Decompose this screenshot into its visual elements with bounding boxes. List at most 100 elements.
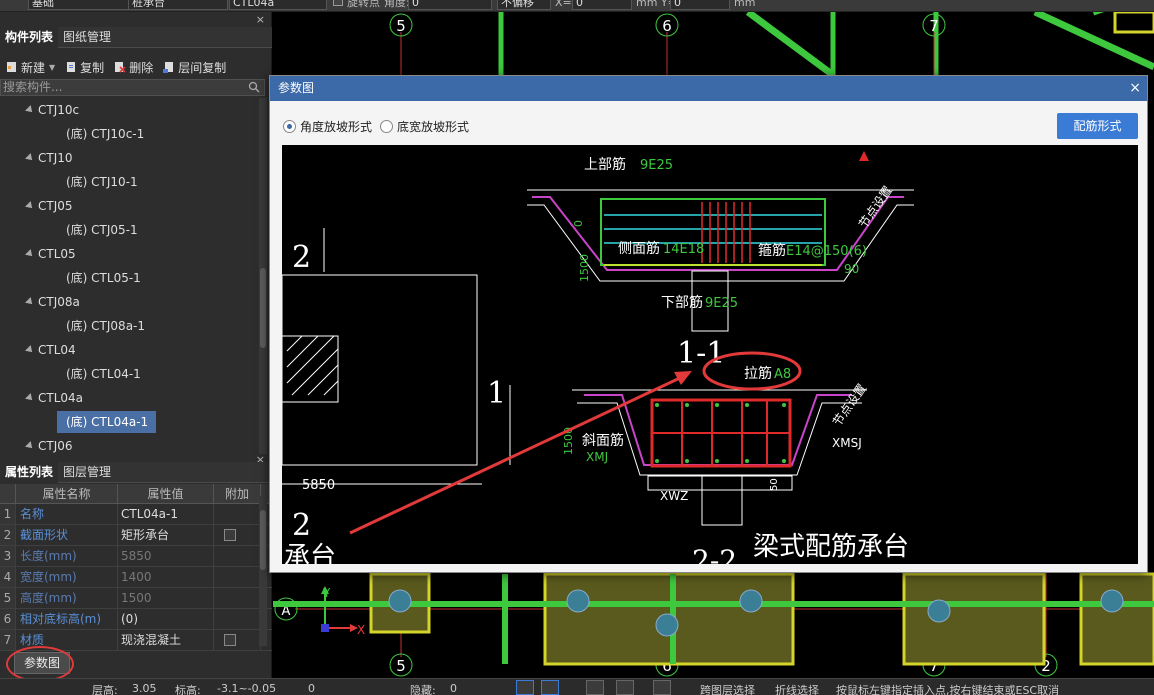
y-input[interactable]: 0 bbox=[670, 0, 730, 10]
expand-caret-icon[interactable] bbox=[25, 345, 35, 355]
component-tree: CTJ10c (底) CTJ10c-1 CTJ10 (底) CTJ10-1 CT… bbox=[0, 98, 258, 454]
tree-item[interactable]: CTL04 bbox=[0, 338, 258, 362]
property-value[interactable]: CTL04a-1 bbox=[118, 504, 214, 524]
delete-button[interactable]: 删除 bbox=[110, 57, 157, 77]
section-mark: 1 bbox=[487, 376, 506, 411]
tree-item-label: CTL04a bbox=[38, 391, 84, 405]
type-select[interactable]: 桩承台 bbox=[128, 0, 228, 10]
property-name: 材质 bbox=[16, 630, 118, 650]
expand-caret-icon[interactable] bbox=[25, 393, 35, 403]
tree-scrollbar-thumb[interactable] bbox=[260, 268, 266, 348]
angle-input[interactable]: 0 bbox=[408, 0, 492, 10]
tab-drawing-management[interactable]: 图纸管理 bbox=[58, 27, 116, 48]
dialog-close-icon[interactable]: × bbox=[1129, 76, 1141, 101]
tree-item[interactable]: (底) CTL05-1 bbox=[0, 266, 258, 290]
parameter-diagram-button[interactable]: 参数图 bbox=[14, 652, 70, 674]
row-index: 3 bbox=[0, 546, 16, 566]
tree-item[interactable]: CTL04a bbox=[0, 386, 258, 410]
property-value[interactable]: 矩形承台 bbox=[118, 525, 214, 545]
extra-checkbox[interactable] bbox=[224, 529, 236, 541]
tree-item[interactable]: CTJ05 bbox=[0, 194, 258, 218]
angle-slope-label[interactable]: 角度放坡形式 bbox=[300, 118, 372, 135]
tree-item[interactable]: (底) CTJ10c-1 bbox=[0, 122, 258, 146]
tree-item[interactable]: CTJ10c bbox=[0, 98, 258, 122]
props-scrollbar[interactable] bbox=[259, 496, 267, 646]
new-dropdown-icon[interactable]: ▼ bbox=[49, 63, 55, 72]
property-extra bbox=[214, 504, 261, 524]
tree-item[interactable]: CTJ08a bbox=[0, 290, 258, 314]
tab-component-list[interactable]: 构件列表 bbox=[0, 27, 59, 48]
tree-scrollbar[interactable] bbox=[259, 98, 267, 454]
ortho-toggle-icon[interactable] bbox=[516, 680, 534, 695]
copy-button[interactable]: 复制 bbox=[61, 57, 108, 77]
floor-copy-button[interactable]: 层间复制 bbox=[159, 57, 230, 77]
props-scrollbar-thumb[interactable] bbox=[260, 510, 266, 570]
expand-caret-icon[interactable] bbox=[25, 105, 35, 115]
angle-slope-radio[interactable] bbox=[283, 120, 296, 133]
width-slope-radio[interactable] bbox=[380, 120, 394, 133]
add-point-icon[interactable] bbox=[653, 680, 671, 695]
beam-line bbox=[745, 12, 836, 78]
panel-close-icon[interactable]: × bbox=[256, 13, 265, 26]
property-row[interactable]: 2 截面形状 矩形承台 bbox=[0, 525, 272, 546]
tree-item[interactable]: (底) CTL04-1 bbox=[0, 362, 258, 386]
section-title: 1-1 bbox=[677, 336, 725, 371]
rotate-point-checkbox[interactable] bbox=[333, 0, 343, 6]
property-row[interactable]: 1 名称 CTL04a-1 bbox=[0, 504, 272, 525]
expand-caret-icon[interactable] bbox=[25, 201, 35, 211]
tree-item-label: (底) CTJ08a-1 bbox=[66, 319, 146, 333]
tree-item[interactable]: (底) CTJ10-1 bbox=[0, 170, 258, 194]
extra-checkbox[interactable] bbox=[224, 634, 236, 646]
axis-label: 5 bbox=[396, 17, 406, 35]
pile-circle bbox=[388, 589, 412, 613]
search-icon[interactable] bbox=[248, 81, 260, 93]
property-grid-header: 属性名称 属性值 附加 bbox=[0, 484, 272, 504]
dim-text: 5850 bbox=[302, 478, 335, 493]
top-rebar-value: 9E25 bbox=[640, 158, 673, 173]
property-row[interactable]: 3 长度(mm) 5850 bbox=[0, 546, 272, 567]
new-button[interactable]: 新建 ▼ bbox=[2, 57, 59, 77]
expand-caret-icon[interactable] bbox=[25, 441, 35, 451]
width-slope-label[interactable]: 底宽放坡形式 bbox=[397, 118, 469, 135]
component-select[interactable]: CTL04a bbox=[229, 0, 327, 10]
tab-layer-management[interactable]: 图层管理 bbox=[58, 462, 116, 483]
property-value[interactable]: 现浇混凝土 bbox=[118, 630, 214, 650]
property-extra bbox=[214, 588, 261, 608]
expand-caret-icon[interactable] bbox=[25, 153, 35, 163]
property-value[interactable]: (0) bbox=[118, 609, 214, 629]
polyline-select[interactable]: 折线选择 bbox=[775, 682, 819, 695]
pile-circle bbox=[655, 613, 679, 637]
component-search-input[interactable]: 搜索构件... bbox=[0, 79, 265, 96]
floor-copy-label: 层间复制 bbox=[178, 60, 227, 75]
tree-item[interactable]: CTL05 bbox=[0, 242, 258, 266]
x-input[interactable]: 0 bbox=[572, 0, 632, 10]
tree-item[interactable]: (底) CTJ05-1 bbox=[0, 218, 258, 242]
property-row[interactable]: 4 宽度(mm) 1400 bbox=[0, 567, 272, 588]
tree-item[interactable]: CTJ06 bbox=[0, 434, 258, 454]
pile-circle bbox=[566, 589, 590, 613]
angle-snap-icon[interactable] bbox=[616, 680, 634, 695]
expand-caret-icon[interactable] bbox=[25, 297, 35, 307]
property-row[interactable]: 6 相对底标高(m) (0) bbox=[0, 609, 272, 630]
row-index: 6 bbox=[0, 609, 16, 629]
cross-snap-icon[interactable] bbox=[586, 680, 604, 695]
dialog-titlebar[interactable]: 参数图 × bbox=[270, 76, 1147, 101]
tab-property-list[interactable]: 属性列表 bbox=[0, 462, 59, 483]
tree-item[interactable]: CTJ10 bbox=[0, 146, 258, 170]
offset-mode-select[interactable]: 不偏移 bbox=[497, 0, 551, 10]
cross-layer-select[interactable]: 跨图层选择 bbox=[700, 682, 755, 695]
expand-caret-icon[interactable] bbox=[25, 249, 35, 259]
rebar-form-button[interactable]: 配筋形式 bbox=[1057, 113, 1138, 139]
row-index: 1 bbox=[0, 504, 16, 524]
pile-cap bbox=[902, 572, 1046, 666]
property-value[interactable]: 5850 bbox=[118, 546, 214, 566]
snap-toggle-icon[interactable] bbox=[541, 680, 559, 695]
tree-item-label: CTL04 bbox=[38, 343, 76, 357]
property-value[interactable]: 1500 bbox=[118, 588, 214, 608]
pile-circle bbox=[1100, 589, 1124, 613]
tree-item[interactable]: (底) CTJ08a-1 bbox=[0, 314, 258, 338]
tree-item-selected[interactable]: (底) CTL04a-1 bbox=[0, 410, 258, 434]
property-value[interactable]: 1400 bbox=[118, 567, 214, 587]
property-row[interactable]: 5 高度(mm) 1500 bbox=[0, 588, 272, 609]
property-row[interactable]: 7 材质 现浇混凝土 bbox=[0, 630, 272, 651]
